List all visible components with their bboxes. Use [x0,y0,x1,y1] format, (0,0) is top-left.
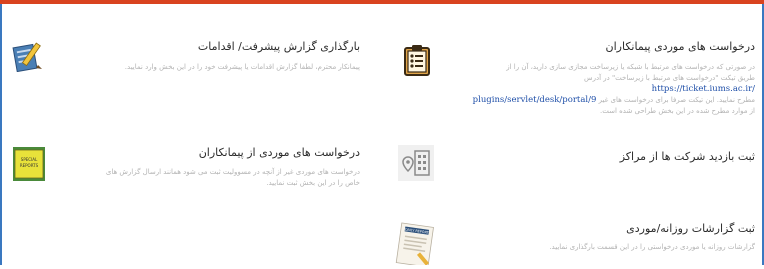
special-reports-icon: SPECIAL REPORTS [12,146,46,182]
pencil-report-icon [12,40,46,73]
desc-line-2: طریق تیکت "درخواست های مرتبط با زیرساخت"… [455,73,755,84]
card-description: پیمانکار محترم، لطفا گزارش اقدامات یا پی… [124,63,360,71]
top-accent-bar [0,0,764,4]
card-description: گزارشات روزانه یا موردی درخواستی را در ا… [549,243,755,251]
card-title[interactable]: ثبت بازدید شرکت ها از مراکز [455,150,755,163]
card-title[interactable]: درخواست های موردی پیمانکاران [455,40,755,53]
card-title[interactable]: ثبت گزارشات روزانه/موردی [455,222,755,235]
desc-line-3: مطرح نمایید. این تیکت صرفا برای درخواست … [455,95,755,106]
desc-line-4: از موارد مطرح شده در این بخش طراحی شده ا… [599,107,755,115]
ticket-link-part-1[interactable]: https://ticket.iums.ac.ir/ [652,84,755,94]
card-progress-report[interactable]: بارگذاری گزارش پیشرفت/ اقدامات پیمانکار … [60,40,360,73]
card-title[interactable]: درخواست های موردی از پیمانکاران [60,146,360,159]
building-location-icon [398,145,434,181]
card-description: درخواست های موردی غیر از آنچه در مسوولیت… [60,167,360,189]
ticket-link-part-2[interactable]: plugins/servlet/desk/portal/9 [473,95,597,105]
special-reports-icon-text-2: REPORTS [20,163,39,168]
card-daily-reports[interactable]: ثبت گزارشات روزانه/موردی گزارشات روزانه … [455,222,755,253]
card-title[interactable]: بارگذاری گزارش پیشرفت/ اقدامات [60,40,360,53]
clipboard-checklist-icon [403,44,431,76]
desc-line-2-text: طریق تیکت "درخواست های مرتبط با زیرساخت"… [584,74,755,82]
card-description: در صورتی که درخواست های مرتبط با شبکه یا… [455,62,755,117]
desc-link-line: https://ticket.iums.ac.ir/ [455,84,755,95]
card-center-visit[interactable]: ثبت بازدید شرکت ها از مراکز [455,150,755,163]
daily-report-paper-icon: DAILY REPORT [395,222,435,268]
desc-line-1: در صورتی که درخواست های مرتبط با شبکه یا… [506,63,755,71]
card-contractor-requests[interactable]: درخواست های موردی پیمانکاران در صورتی که… [455,40,755,117]
frame-left-border [0,4,2,265]
desc-line-1: درخواست های موردی غیر از آنچه در مسوولیت… [105,168,360,176]
desc-line-3-text: مطرح نمایید. این تیکت صرفا برای درخواست … [598,96,755,104]
special-reports-icon-text-1: SPECIAL [21,157,38,162]
desc-line-2: خاص را در این بخش ثبت نمایید. [266,179,360,187]
card-contractor-requests-2[interactable]: درخواست های موردی از پیمانکاران درخواست … [60,146,360,189]
